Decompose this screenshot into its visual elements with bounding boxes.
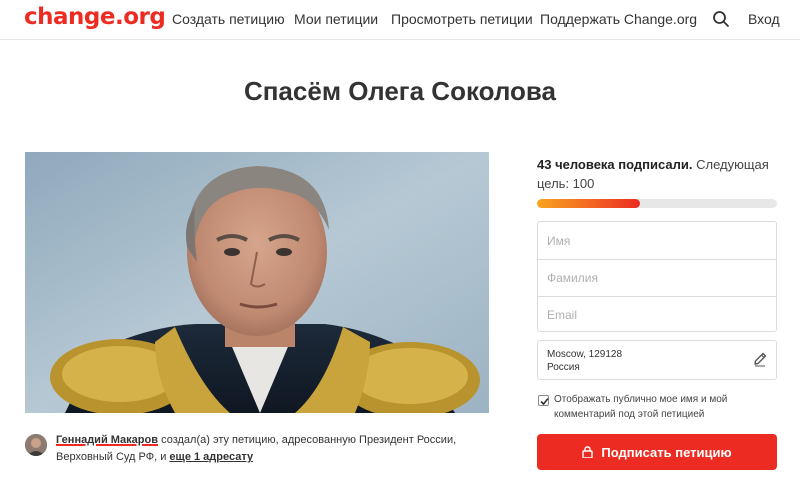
login-link[interactable]: Вход [748, 11, 780, 27]
petition-photo [25, 152, 489, 413]
last-name-input[interactable] [538, 259, 776, 296]
sign-petition-button[interactable]: Подписать петицию [537, 434, 777, 470]
petition-creator: Геннадий Макаров создал(а) эту петицию, … [25, 432, 495, 472]
email-input[interactable] [538, 296, 776, 332]
public-display-label: Отображать публично мое имя и мой коммен… [554, 394, 728, 420]
sign-form [537, 221, 777, 332]
location-city: Moscow, 129128 [547, 349, 623, 360]
first-name-input[interactable] [538, 222, 776, 259]
pencil-icon[interactable] [752, 351, 768, 367]
nav-create-petition[interactable]: Создать петицию [172, 11, 285, 27]
petition-title: Спасём Олега Соколова [243, 76, 557, 106]
signature-count: 43 человека подписали. Следующая цель: 1… [537, 155, 777, 193]
creator-avatar[interactable] [25, 434, 47, 456]
site-header: change.org Создать петицию Мои петиции П… [0, 0, 800, 40]
sign-button-label: Подписать петицию [601, 444, 732, 460]
signature-count-number: 43 человека подписали. [537, 157, 693, 172]
checkmark-icon [540, 397, 549, 406]
creator-name-link[interactable]: Геннадий Макаров [56, 434, 158, 446]
change-org-logo[interactable]: change.org [24, 4, 166, 30]
public-display-checkbox[interactable] [538, 395, 549, 406]
creator-description: Геннадий Макаров создал(а) эту петицию, … [56, 432, 496, 466]
nav-support-change-org[interactable]: Поддержать Change.org [540, 11, 697, 27]
nav-browse-petitions[interactable]: Просмотреть петиции [391, 11, 533, 27]
more-recipients-link[interactable]: еще 1 адресату [169, 451, 253, 463]
search-icon[interactable] [712, 10, 730, 28]
nav-my-petitions[interactable]: Мои петиции [294, 11, 378, 27]
lock-icon [582, 446, 594, 458]
progress-bar-fill [537, 199, 641, 208]
signature-progress-bar [537, 199, 777, 208]
location-country: Россия [547, 362, 580, 373]
location-field[interactable]: Moscow, 129128 Россия [537, 340, 777, 380]
